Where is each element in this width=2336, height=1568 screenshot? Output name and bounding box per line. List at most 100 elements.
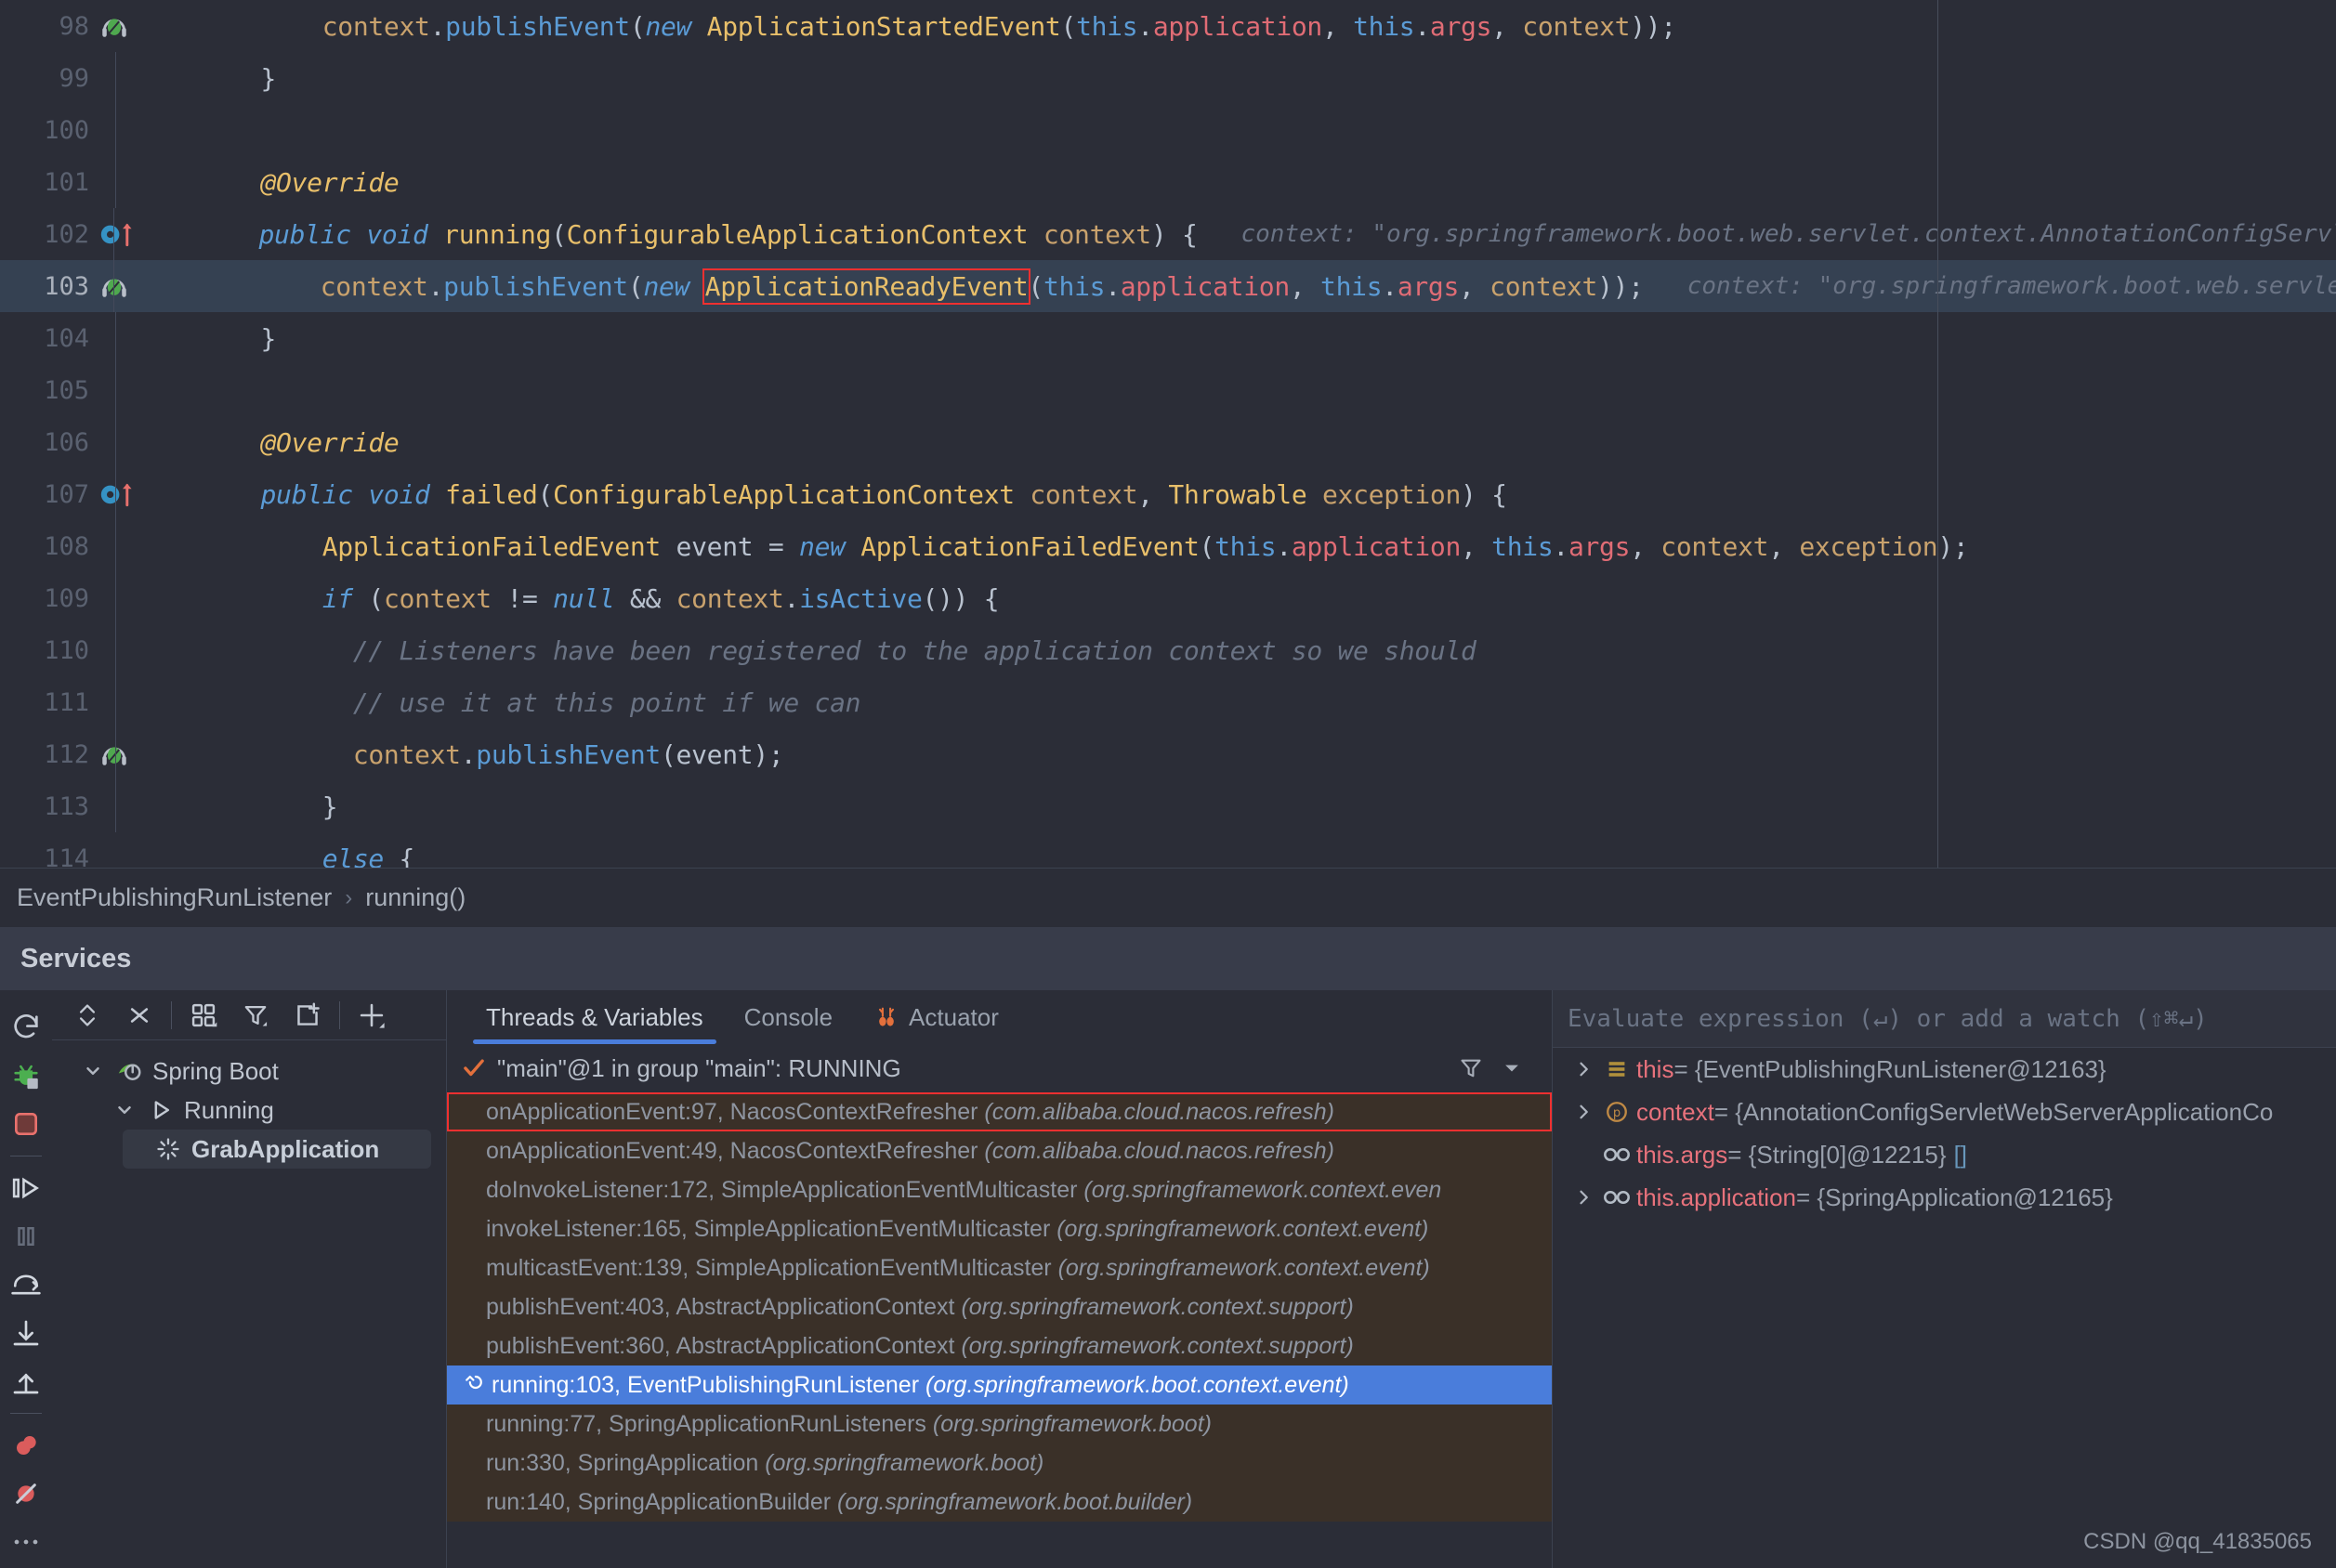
thread-selector[interactable]: "main"@1 in group "main": RUNNING	[447, 1044, 1552, 1092]
line-gutter[interactable]: 101	[0, 156, 93, 208]
stack-frame-row[interactable]: doInvokeListener:172, SimpleApplicationE…	[447, 1170, 1552, 1209]
mute-breakpoints-icon[interactable]	[4, 1470, 48, 1518]
code-line[interactable]: 110 // Listeners have been registered to…	[0, 624, 2336, 676]
variable-row[interactable]: pcontext= {AnnotationConfigServletWebSer…	[1553, 1091, 2336, 1133]
line-gutter[interactable]: 103	[0, 260, 93, 312]
line-gutter[interactable]: 108	[0, 520, 93, 572]
breadcrumb[interactable]: EventPublishingRunListener › running()	[0, 868, 2336, 927]
line-gutter[interactable]: 104	[0, 312, 93, 364]
line-gutter[interactable]: 107	[0, 468, 93, 520]
line-gutter[interactable]: 114	[0, 832, 93, 868]
stack-frame-row[interactable]: publishEvent:360, AbstractApplicationCon…	[447, 1326, 1552, 1365]
line-gutter[interactable]: 113	[0, 780, 93, 832]
chevron-down-icon[interactable]	[74, 1061, 112, 1081]
debug-tab-bar[interactable]: Threads & VariablesConsoleActuator	[447, 990, 1552, 1044]
fold-guide	[115, 156, 116, 208]
code-lines: 98 context.publishEvent(new ApplicationS…	[0, 0, 2336, 868]
stack-frame-row[interactable]: onApplicationEvent:97, NacosContextRefre…	[447, 1092, 1552, 1131]
close-icon[interactable]	[113, 992, 165, 1039]
stack-frame-row[interactable]: multicastEvent:139, SimpleApplicationEve…	[447, 1248, 1552, 1287]
expand-collapse-icon[interactable]	[61, 992, 113, 1039]
debug-icon[interactable]	[4, 1052, 48, 1100]
stack-frame-row[interactable]: onApplicationEvent:49, NacosContextRefre…	[447, 1131, 1552, 1170]
line-gutter[interactable]: 100	[0, 104, 93, 156]
filter-icon[interactable]	[1459, 1055, 1483, 1081]
pause-program-icon[interactable]	[4, 1212, 48, 1261]
variable-name: this.args	[1636, 1141, 1727, 1169]
stop-icon[interactable]	[4, 1100, 48, 1148]
stack-frame-row[interactable]: running:77, SpringApplicationRunListener…	[447, 1405, 1552, 1444]
line-gutter[interactable]: 98	[0, 0, 93, 52]
breadcrumb-method[interactable]: running()	[365, 883, 466, 912]
evaluate-expression-input[interactable]: Evaluate expression (↵) or add a watch (…	[1553, 990, 2336, 1048]
line-gutter[interactable]: 112	[0, 728, 93, 780]
stack-frame-row[interactable]: main:26, GrabApplication (com.bry.grab)	[447, 1522, 1552, 1529]
tab-threads-variables[interactable]: Threads & Variables	[466, 990, 724, 1044]
code-line[interactable]: 103 context.publishEvent(new Application…	[0, 260, 2336, 312]
stack-frame-row[interactable]: invokeListener:165, SimpleApplicationEve…	[447, 1209, 1552, 1248]
line-gutter[interactable]: 110	[0, 624, 93, 676]
fold-guide	[115, 104, 116, 156]
code-line[interactable]: 113 }	[0, 780, 2336, 832]
chevron-down-icon[interactable]	[106, 1100, 143, 1120]
code-line[interactable]: 100	[0, 104, 2336, 156]
rerun-icon[interactable]	[4, 1003, 48, 1052]
variable-row[interactable]: this.application= {SpringApplication@121…	[1553, 1176, 2336, 1219]
code-line[interactable]: 112 context.publishEvent(event);	[0, 728, 2336, 780]
code-line[interactable]: 114 else {	[0, 832, 2336, 868]
view-breakpoints-icon[interactable]	[4, 1421, 48, 1470]
breadcrumb-class[interactable]: EventPublishingRunListener	[17, 883, 332, 912]
line-gutter[interactable]: 102	[0, 208, 93, 260]
code-editor[interactable]: 98 context.publishEvent(new ApplicationS…	[0, 0, 2336, 868]
new-tab-icon[interactable]	[282, 992, 334, 1039]
fold-column	[93, 260, 136, 312]
stack-frame-row[interactable]: running:103, EventPublishingRunListener …	[447, 1365, 1552, 1405]
service-tree-node[interactable]: Spring Boot	[52, 1052, 446, 1091]
code-line[interactable]: 104 }	[0, 312, 2336, 364]
code-content: }	[138, 63, 276, 94]
line-gutter[interactable]: 106	[0, 416, 93, 468]
expand-caret-icon[interactable]	[1569, 1060, 1597, 1078]
filter-icon[interactable]	[230, 992, 282, 1039]
variable-row[interactable]: this= {EventPublishingRunListener@12163}	[1553, 1048, 2336, 1091]
add-icon[interactable]	[346, 992, 398, 1039]
code-line[interactable]: 102 public void running(ConfigurableAppl…	[0, 208, 2336, 260]
code-line[interactable]: 106 @Override	[0, 416, 2336, 468]
code-line[interactable]: 99 }	[0, 52, 2336, 104]
line-gutter[interactable]: 99	[0, 52, 93, 104]
services-tree[interactable]: Spring BootRunningGrabApplication	[52, 1040, 446, 1169]
code-line[interactable]: 107 public void failed(ConfigurableAppli…	[0, 468, 2336, 520]
call-stack-frames[interactable]: onApplicationEvent:97, NacosContextRefre…	[447, 1092, 1552, 1529]
stack-frame-row[interactable]: run:140, SpringApplicationBuilder (org.s…	[447, 1483, 1552, 1522]
expand-caret-icon[interactable]	[1569, 1103, 1597, 1121]
step-out-icon[interactable]	[4, 1357, 48, 1405]
rail-divider-2	[10, 1413, 42, 1414]
code-line[interactable]: 109 if (context != null && context.isAct…	[0, 572, 2336, 624]
service-tree-node[interactable]: GrabApplication	[123, 1130, 431, 1169]
tab-console[interactable]: Console	[724, 990, 853, 1044]
chevron-down-icon[interactable]	[1502, 1058, 1522, 1078]
code-line[interactable]: 101 @Override	[0, 156, 2336, 208]
step-into-icon[interactable]	[4, 1309, 48, 1357]
line-gutter[interactable]: 111	[0, 676, 93, 728]
variable-row[interactable]: this.args= {String[0]@12215}[]	[1553, 1133, 2336, 1176]
step-over-icon[interactable]	[4, 1261, 48, 1309]
variables-list[interactable]: this= {EventPublishingRunListener@12163}…	[1553, 1048, 2336, 1219]
stack-frame-row[interactable]: run:330, SpringApplication (org.springfr…	[447, 1444, 1552, 1483]
line-gutter[interactable]: 109	[0, 572, 93, 624]
code-line[interactable]: 105	[0, 364, 2336, 416]
code-line[interactable]: 98 context.publishEvent(new ApplicationS…	[0, 0, 2336, 52]
line-gutter[interactable]: 105	[0, 364, 93, 416]
stack-frame-row[interactable]: publishEvent:403, AbstractApplicationCon…	[447, 1287, 1552, 1326]
resume-program-icon[interactable]	[4, 1164, 48, 1212]
fold-guide	[115, 364, 116, 416]
inline-parameter-hint: context: "org.springframework.boot.web.s…	[1644, 272, 2336, 300]
code-line[interactable]: 108 ApplicationFailedEvent event = new A…	[0, 520, 2336, 572]
tab-actuator[interactable]: Actuator	[853, 990, 1019, 1044]
group-by-icon[interactable]	[177, 992, 230, 1039]
more-options-icon[interactable]	[4, 1518, 48, 1566]
fold-guide	[113, 208, 114, 260]
code-line[interactable]: 111 // use it at this point if we can	[0, 676, 2336, 728]
expand-caret-icon[interactable]	[1569, 1188, 1597, 1207]
service-tree-node[interactable]: Running	[52, 1091, 446, 1130]
